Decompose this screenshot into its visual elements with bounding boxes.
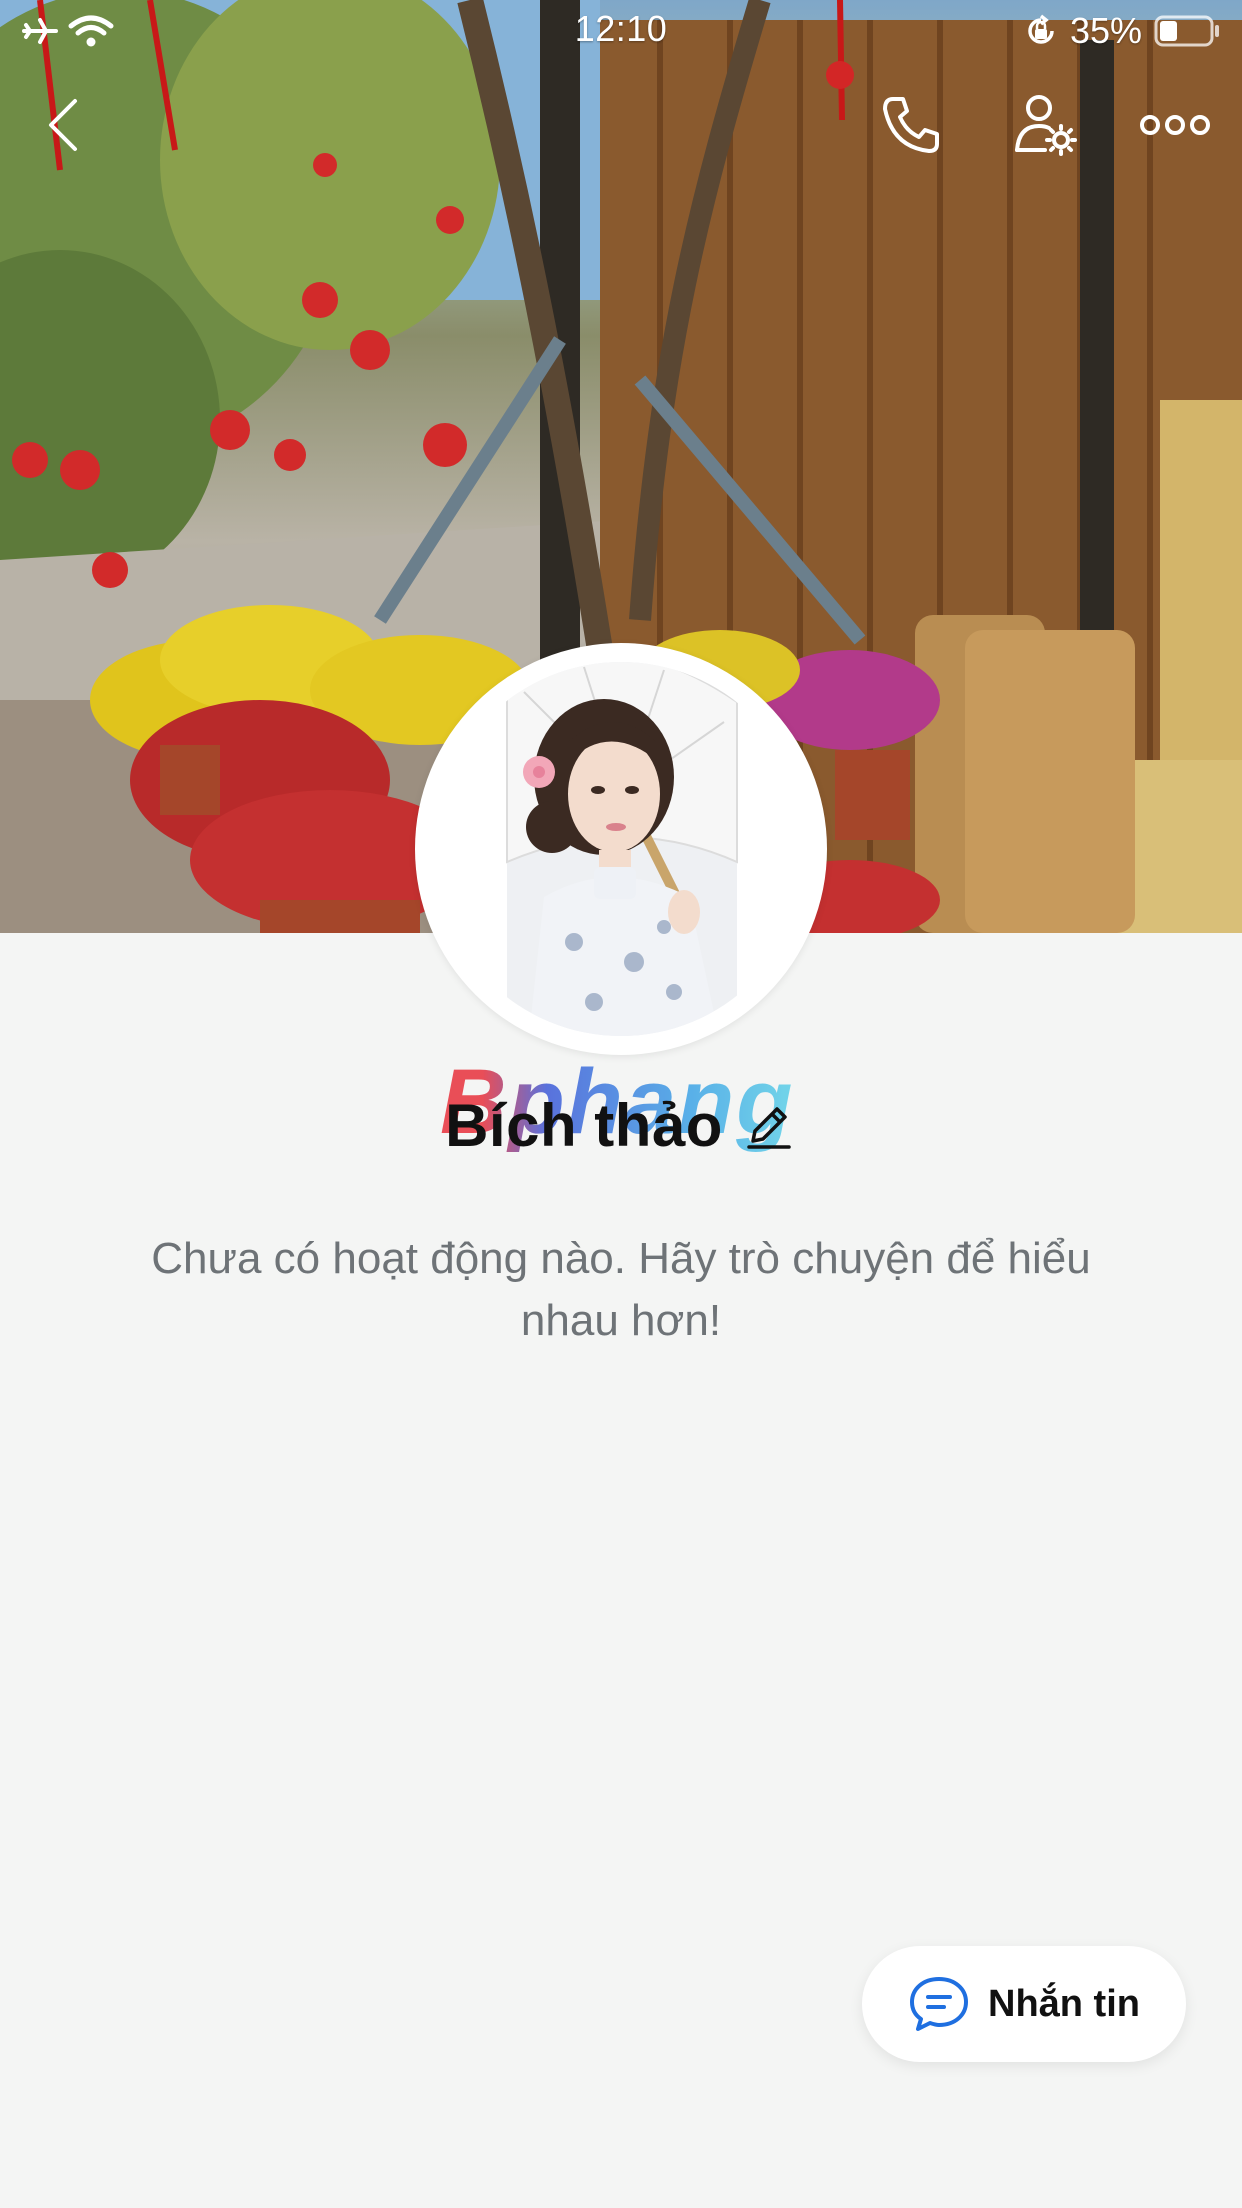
avatar[interactable] [434,662,808,1036]
status-right: 35% [1024,10,1220,52]
empty-activity-message: Chưa có hoạt động nào. Hãy trò chuyện để… [151,1234,1091,1345]
pencil-icon [747,1107,791,1149]
more-dots-icon [1140,115,1210,135]
rotation-lock-icon [1028,14,1054,44]
status-bar: 12:10 35% [0,0,1242,64]
message-button-label: Nhắn tin [988,1982,1140,2025]
battery-icon [1154,15,1219,47]
phone-icon [883,97,939,153]
profile-name-row: Bích thảo [0,1080,1242,1170]
user-settings-button[interactable] [1010,90,1080,160]
chevron-left-icon [49,99,77,151]
call-button[interactable] [876,90,946,160]
user-gear-icon [1015,95,1077,156]
profile-screen: 12:10 35% Bphang Bích thảo Chưa có hoạt … [0,0,1242,2208]
back-button[interactable] [28,90,98,160]
profile-name: Bích thảo [445,1091,723,1159]
edit-name-button[interactable] [741,1097,797,1153]
avatar-photo [434,662,808,1036]
message-button[interactable]: Nhắn tin [862,1946,1186,2062]
more-options-button[interactable] [1140,90,1210,160]
battery-percent: 35% [1069,10,1142,51]
chat-bubble-icon [910,1977,968,2031]
